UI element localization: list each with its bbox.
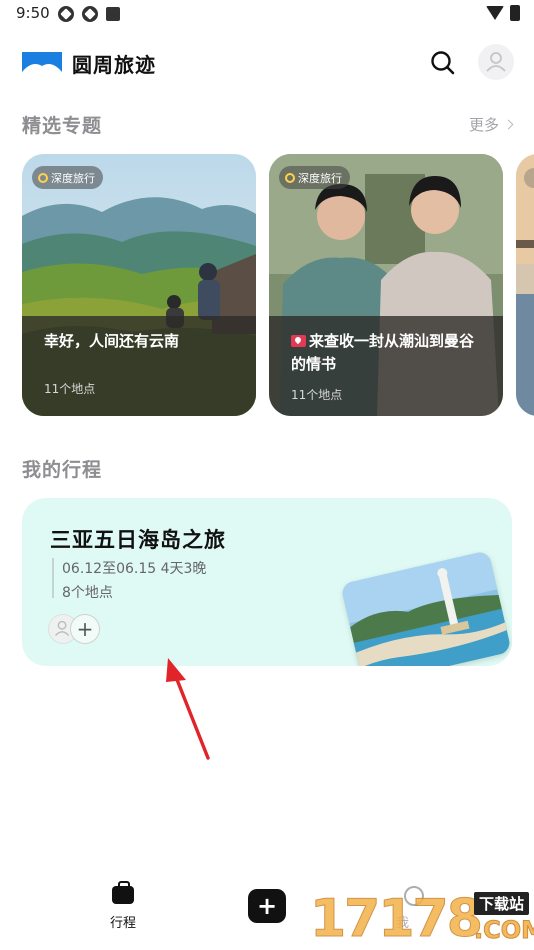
app-title: 圆周旅迹: [72, 53, 156, 77]
suitcase-icon: [112, 881, 134, 904]
app-notification-icon: [58, 6, 74, 22]
featured-card-yunnan[interactable]: 深度旅行 幸好，人间还有云南 11个地点: [22, 154, 256, 416]
more-label: 更多: [468, 116, 499, 134]
trip-dates: 06.12至06.15 4天3晚: [62, 561, 207, 577]
status-system-icons: [486, 5, 520, 21]
card-place-count: 11个地点: [291, 388, 343, 402]
watermark-digits: 17178: [310, 889, 484, 949]
magnifier-icon: [38, 172, 48, 183]
search-icon[interactable]: [428, 48, 458, 78]
font-notification-icon: [106, 7, 120, 21]
plus-icon: +: [76, 617, 94, 641]
trip-place-count: 8个地点: [62, 585, 113, 601]
card-place-count: 11个地点: [44, 382, 96, 396]
status-time: 9:50: [16, 4, 50, 22]
user-icon: [486, 52, 506, 72]
wifi-icon: [486, 6, 504, 20]
watermark-suffix: .COM: [473, 916, 534, 945]
card-title: 幸好，人间还有云南: [44, 332, 180, 350]
magnifier-icon: [285, 172, 295, 183]
my-trips-section-title: 我的行程: [22, 459, 103, 481]
more-link[interactable]: 更多: [468, 114, 514, 135]
tab-trips-label: 行程: [110, 916, 137, 931]
app-header: 圆周旅迹: [0, 40, 534, 86]
featured-card-next[interactable]: [516, 154, 534, 416]
card-tag-label: 深度旅行: [51, 171, 95, 185]
plus-icon: +: [256, 892, 278, 920]
card-tag: 深度旅行: [279, 166, 350, 189]
featured-section-title: 精选专题: [22, 115, 103, 137]
add-trip-button[interactable]: +: [248, 889, 286, 923]
trip-card[interactable]: 三亚五日海岛之旅 06.12至06.15 4天3晚 8个地点 +: [22, 498, 512, 666]
card-image-bridge: [516, 154, 534, 416]
trip-image-sanya: [340, 550, 512, 666]
card-tag-label: 深度旅行: [298, 171, 342, 185]
site-watermark: 17178 下载站 .COM: [308, 888, 534, 950]
status-notification-icons: [58, 6, 120, 22]
chevron-right-icon: [503, 119, 514, 130]
user-avatar-button[interactable]: [478, 44, 514, 80]
tab-trips[interactable]: 行程: [100, 881, 146, 932]
trip-divider: [52, 558, 54, 598]
watermark-label: 下载站: [474, 892, 530, 915]
card-title-block: 来查收一封从潮汕到曼谷的情书: [291, 330, 481, 376]
add-member-button[interactable]: +: [70, 614, 100, 644]
trip-title: 三亚五日海岛之旅: [50, 528, 226, 552]
annotation-arrow-icon: [166, 658, 210, 760]
card-tag: 深度旅行: [32, 166, 103, 189]
card-title: 来查收一封从潮汕到曼谷的情书: [291, 332, 475, 373]
battery-icon: [510, 5, 520, 21]
app-notification-icon: [82, 6, 98, 22]
love-letter-icon: [291, 335, 306, 347]
trip-photo: [340, 550, 512, 666]
status-bar: 9:50: [0, 0, 534, 28]
app-logo-icon: [22, 52, 62, 72]
featured-card-chaoshan[interactable]: 深度旅行 来查收一封从潮汕到曼谷的情书 11个地点: [269, 154, 503, 416]
